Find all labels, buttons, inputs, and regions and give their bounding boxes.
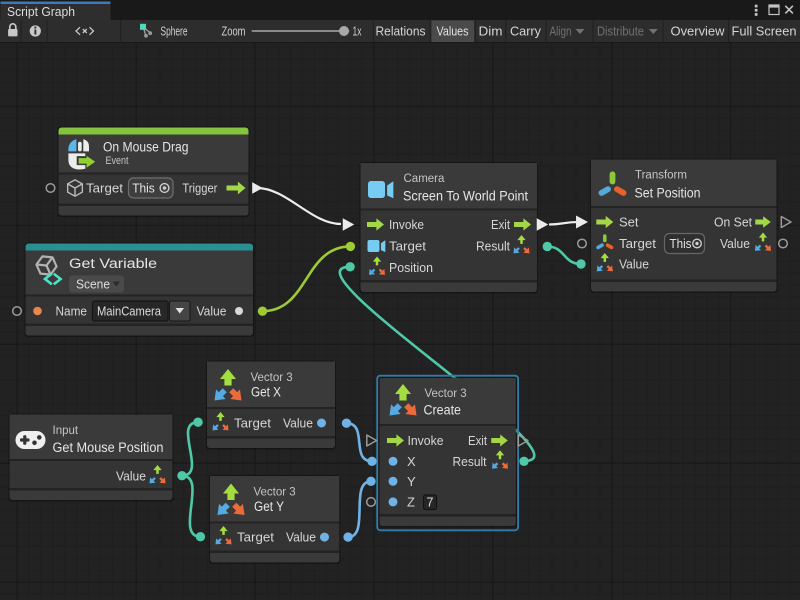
svg-text:Set: Set (619, 215, 639, 230)
svg-text:Vector 3: Vector 3 (251, 372, 293, 384)
svg-text:Target: Target (237, 530, 274, 545)
svg-text:Values: Values (437, 24, 469, 39)
svg-text:Target: Target (389, 239, 426, 254)
svg-text:Z: Z (407, 494, 415, 509)
svg-text:Full Screen: Full Screen (732, 24, 797, 39)
svg-text:Position: Position (389, 260, 433, 275)
svg-text:Vector 3: Vector 3 (254, 487, 296, 499)
svg-text:Scene: Scene (76, 278, 110, 292)
svg-text:1x: 1x (353, 25, 363, 39)
svg-text:Target: Target (619, 236, 656, 251)
svg-text:This: This (132, 182, 155, 196)
svg-text:Screen To World Point: Screen To World Point (403, 189, 528, 204)
svg-text:7: 7 (427, 496, 434, 510)
svg-text:Target: Target (234, 416, 271, 431)
svg-text:Set Position: Set Position (635, 186, 701, 201)
svg-text:Transform: Transform (635, 170, 687, 182)
svg-text:Invoke: Invoke (389, 217, 424, 232)
svg-text:Get Y: Get Y (254, 499, 284, 514)
svg-text:Exit: Exit (491, 217, 510, 232)
svg-text:Zoom: Zoom (222, 25, 246, 39)
svg-text:Trigger: Trigger (182, 181, 218, 196)
svg-text:Value: Value (116, 469, 146, 484)
svg-text:Camera: Camera (404, 173, 446, 185)
svg-text:Align: Align (550, 24, 572, 39)
svg-text:Sphere: Sphere (161, 25, 188, 39)
svg-text:Overview: Overview (671, 24, 726, 39)
svg-text:Name: Name (56, 304, 88, 319)
svg-text:Y: Y (407, 474, 416, 489)
svg-text:Create: Create (424, 403, 462, 418)
svg-text:Distribute: Distribute (597, 24, 644, 39)
svg-text:Script Graph: Script Graph (7, 4, 75, 19)
svg-text:Event: Event (106, 155, 129, 167)
svg-text:Invoke: Invoke (408, 433, 444, 448)
svg-text:Value: Value (283, 416, 313, 431)
svg-text:Get Variable: Get Variable (69, 256, 157, 271)
svg-text:Target: Target (86, 181, 123, 196)
svg-text:Input: Input (53, 425, 79, 437)
svg-text:Get Mouse Position: Get Mouse Position (53, 440, 164, 455)
svg-text:On Set: On Set (714, 215, 752, 230)
svg-text:On Mouse Drag: On Mouse Drag (103, 140, 189, 155)
svg-text:Get X: Get X (251, 385, 281, 400)
svg-text:This: This (670, 237, 692, 251)
svg-text:Carry: Carry (510, 24, 541, 39)
svg-text:Value: Value (197, 304, 227, 319)
svg-text:Dim: Dim (479, 24, 503, 39)
svg-text:X: X (407, 454, 416, 469)
svg-text:Value: Value (619, 257, 649, 272)
svg-text:Value: Value (286, 530, 316, 545)
svg-text:Relations: Relations (376, 24, 426, 39)
svg-text:Vector 3: Vector 3 (425, 388, 467, 400)
svg-text:Value: Value (720, 236, 750, 251)
svg-text:Exit: Exit (468, 433, 487, 448)
svg-text:Result: Result (453, 454, 487, 469)
svg-text:MainCamera: MainCamera (97, 305, 161, 319)
svg-text:Result: Result (476, 239, 510, 254)
